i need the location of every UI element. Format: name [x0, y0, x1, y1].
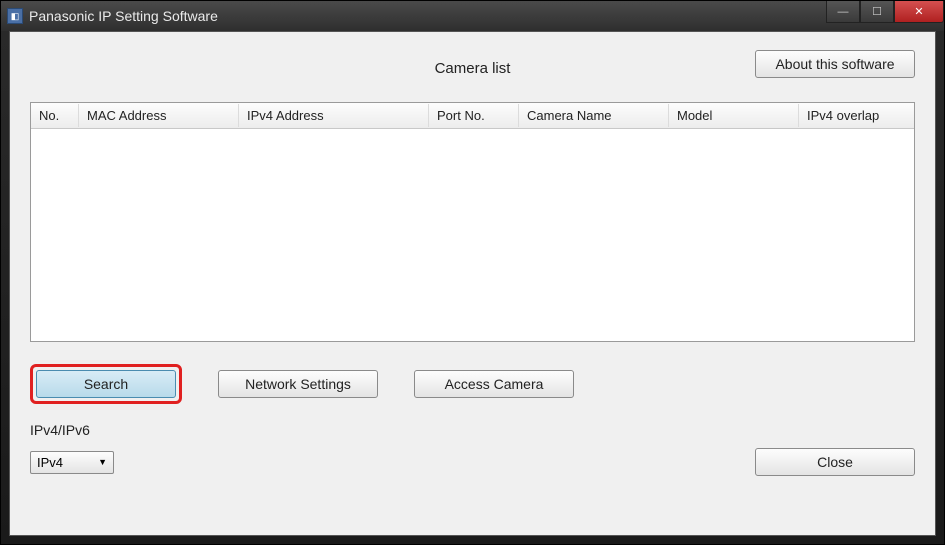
protocol-select[interactable]: IPv4 ▼ [30, 451, 114, 474]
about-button[interactable]: About this software [755, 50, 915, 78]
chevron-down-icon: ▼ [98, 457, 107, 467]
search-button[interactable]: Search [36, 370, 176, 398]
col-mac[interactable]: MAC Address [79, 104, 239, 127]
window-controls: — ☐ ✕ [826, 1, 944, 23]
search-highlight-box: Search [30, 364, 182, 404]
col-camera-name[interactable]: Camera Name [519, 104, 669, 127]
bottom-row: IPv4 ▼ Close [30, 448, 915, 476]
close-button[interactable]: Close [755, 448, 915, 476]
camera-table[interactable]: No. MAC Address IPv4 Address Port No. Ca… [30, 102, 915, 342]
table-header: No. MAC Address IPv4 Address Port No. Ca… [31, 103, 914, 129]
page-title: Camera list [435, 60, 511, 77]
access-camera-button[interactable]: Access Camera [414, 370, 574, 398]
col-overlap[interactable]: IPv4 overlap [799, 104, 914, 127]
col-ipv4[interactable]: IPv4 Address [239, 104, 429, 127]
protocol-selected: IPv4 [37, 455, 63, 470]
header-row: Camera list About this software [30, 50, 915, 86]
titlebar[interactable]: ◧ Panasonic IP Setting Software — ☐ ✕ [1, 1, 944, 31]
protocol-label: IPv4/IPv6 [30, 422, 915, 438]
app-icon: ◧ [7, 8, 23, 24]
window-title: Panasonic IP Setting Software [29, 8, 218, 24]
network-settings-button[interactable]: Network Settings [218, 370, 378, 398]
client-area: Camera list About this software No. MAC … [9, 31, 936, 536]
app-window: ◧ Panasonic IP Setting Software — ☐ ✕ Ca… [0, 0, 945, 545]
close-window-button[interactable]: ✕ [894, 1, 944, 23]
minimize-button[interactable]: — [826, 1, 860, 23]
action-buttons: Search Network Settings Access Camera [30, 364, 915, 404]
maximize-button[interactable]: ☐ [860, 1, 894, 23]
col-model[interactable]: Model [669, 104, 799, 127]
col-port[interactable]: Port No. [429, 104, 519, 127]
content: Camera list About this software No. MAC … [10, 32, 935, 535]
col-no[interactable]: No. [31, 104, 79, 127]
